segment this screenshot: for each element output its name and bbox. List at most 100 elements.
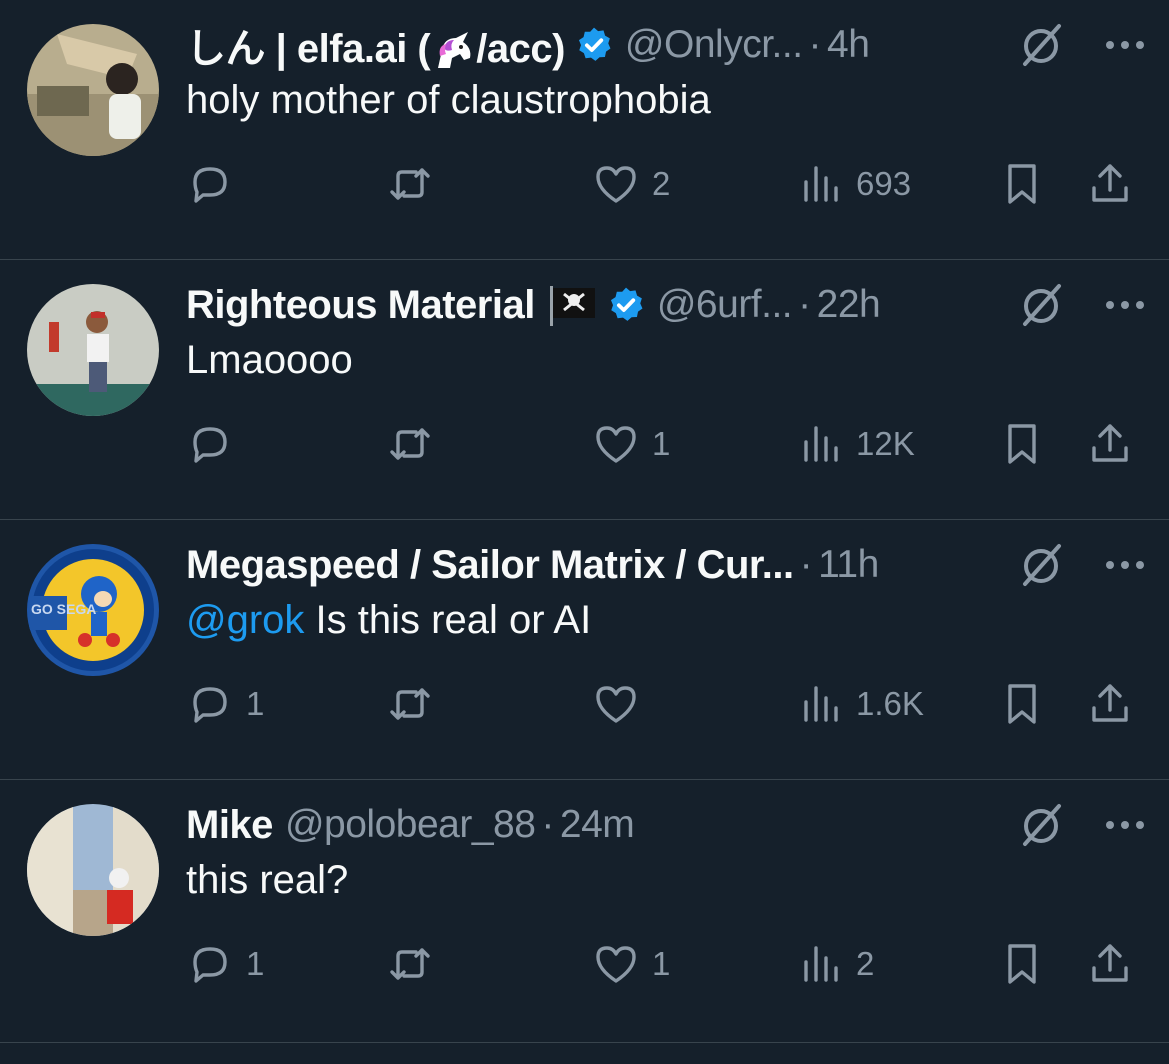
- more-icon[interactable]: [1103, 38, 1147, 52]
- reply-feed: しん | elfa.ai (/acc) @Onlycr... · 4h holy…: [0, 0, 1169, 1043]
- views-icon: [804, 686, 838, 722]
- timestamp[interactable]: 11h: [818, 543, 879, 587]
- avatar-logo-text: GO SEGA: [31, 601, 96, 617]
- tweet-header: Megaspeed / Sailor Matrix / Cur... · 11h: [186, 536, 979, 594]
- retweet-icon: [390, 428, 430, 460]
- action-bar: 1 12K: [186, 418, 1141, 470]
- tweet-text: this real?: [186, 858, 349, 902]
- bookmark-button[interactable]: [998, 418, 1046, 470]
- timestamp[interactable]: 22h: [817, 283, 881, 327]
- more-icon[interactable]: [1103, 298, 1147, 312]
- reply-count: 1: [246, 685, 265, 722]
- handle[interactable]: @polobear_88: [285, 803, 536, 847]
- tweet[interactable]: GO SEGA Megaspeed / Sailor Matrix / Cur.…: [0, 520, 1169, 780]
- avatar[interactable]: GO SEGA: [27, 544, 159, 676]
- avatar-image: [27, 284, 159, 416]
- like-icon: [596, 946, 636, 983]
- more-icon[interactable]: [1103, 558, 1147, 572]
- retweet-button[interactable]: [386, 418, 434, 470]
- views-icon: [804, 166, 838, 202]
- like-icon: [596, 686, 636, 723]
- like-button[interactable]: 2: [592, 158, 670, 210]
- mention-link[interactable]: @grok: [186, 598, 304, 642]
- tweet-header: しん | elfa.ai (/acc) @Onlycr... · 4h: [186, 16, 979, 74]
- share-button[interactable]: [1086, 938, 1134, 990]
- timestamp[interactable]: 24m: [560, 803, 635, 847]
- like-button[interactable]: 1: [592, 938, 670, 990]
- views-button[interactable]: 1.6K: [796, 678, 924, 730]
- retweet-button[interactable]: [386, 938, 434, 990]
- reply-button[interactable]: 1: [186, 678, 264, 730]
- bookmark-icon: [1008, 164, 1036, 204]
- tweet-top-actions: [1017, 540, 1147, 590]
- share-icon: [1092, 164, 1128, 202]
- like-count: 2: [652, 165, 671, 202]
- like-button[interactable]: [592, 678, 652, 730]
- reply-count: 1: [246, 945, 265, 982]
- views-icon: [804, 946, 838, 982]
- retweet-icon: [390, 688, 430, 720]
- like-count: 1: [652, 945, 671, 982]
- grok-icon[interactable]: [1017, 20, 1067, 70]
- reply-icon: [193, 687, 227, 723]
- views-count: 1.6K: [856, 685, 924, 722]
- avatar[interactable]: [27, 804, 159, 936]
- grok-icon[interactable]: [1017, 280, 1067, 330]
- verified-icon: [578, 27, 611, 61]
- display-name[interactable]: Megaspeed / Sailor Matrix / Cur...: [186, 543, 794, 588]
- avatar[interactable]: [27, 24, 159, 156]
- tweet-header: Righteous Material @6urf... · 22h: [186, 276, 979, 334]
- bookmark-icon: [1008, 424, 1036, 464]
- tweet-header: Mike @polobear_88 · 24m: [186, 796, 979, 854]
- reply-icon: [193, 427, 227, 463]
- bookmark-button[interactable]: [998, 938, 1046, 990]
- display-name[interactable]: しん | elfa.ai (/acc): [186, 16, 565, 74]
- tweet-text: holy mother of claustrophobia: [186, 78, 711, 122]
- bookmark-icon: [1008, 944, 1036, 984]
- share-button[interactable]: [1086, 158, 1134, 210]
- display-name[interactable]: Mike: [186, 803, 273, 848]
- retweet-button[interactable]: [386, 678, 434, 730]
- share-icon: [1092, 684, 1128, 722]
- tweet-top-actions: [1017, 280, 1147, 330]
- tweet-top-actions: [1017, 20, 1147, 70]
- like-count: 1: [652, 425, 671, 462]
- reply-button[interactable]: [186, 418, 246, 470]
- tweet[interactable]: Mike @polobear_88 · 24m this real? 1 1 2: [0, 780, 1169, 1043]
- views-button[interactable]: 693: [796, 158, 911, 210]
- separator-dot: ·: [541, 803, 554, 846]
- share-button[interactable]: [1086, 418, 1134, 470]
- views-button[interactable]: 12K: [796, 418, 915, 470]
- retweet-icon: [390, 948, 430, 980]
- views-button[interactable]: 2: [796, 938, 874, 990]
- views-count: 12K: [856, 425, 915, 462]
- handle[interactable]: @Onlycr...: [625, 23, 803, 67]
- separator-dot: ·: [808, 23, 822, 66]
- retweet-button[interactable]: [386, 158, 434, 210]
- grok-icon[interactable]: [1017, 800, 1067, 850]
- grok-icon[interactable]: [1017, 540, 1067, 590]
- like-button[interactable]: 1: [592, 418, 670, 470]
- pirate-flag-icon: [549, 286, 595, 326]
- avatar[interactable]: [27, 284, 159, 416]
- tweet[interactable]: Righteous Material @6urf... · 22h Lmaooo…: [0, 260, 1169, 520]
- reply-button[interactable]: [186, 158, 246, 210]
- avatar-image: [27, 804, 159, 936]
- like-icon: [596, 426, 636, 463]
- separator-dot: ·: [799, 543, 813, 586]
- views-count: 2: [856, 945, 875, 982]
- more-icon[interactable]: [1103, 818, 1147, 832]
- tweet[interactable]: しん | elfa.ai (/acc) @Onlycr... · 4h holy…: [0, 0, 1169, 260]
- handle[interactable]: @6urf...: [657, 283, 793, 327]
- bookmark-icon: [1008, 684, 1036, 724]
- bookmark-button[interactable]: [998, 678, 1046, 730]
- display-name[interactable]: Righteous Material: [186, 283, 535, 328]
- avatar-image: [27, 24, 159, 156]
- share-icon: [1092, 424, 1128, 462]
- share-icon: [1092, 944, 1128, 982]
- bookmark-button[interactable]: [998, 158, 1046, 210]
- share-button[interactable]: [1086, 678, 1134, 730]
- like-icon: [596, 166, 636, 203]
- timestamp[interactable]: 4h: [827, 23, 870, 67]
- reply-button[interactable]: 1: [186, 938, 264, 990]
